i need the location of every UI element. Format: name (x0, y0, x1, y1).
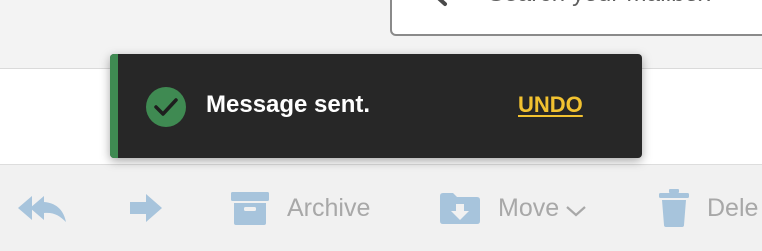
toast-message: Message sent. (206, 91, 371, 118)
search-icon (437, 0, 447, 6)
reply-all-icon (18, 196, 66, 222)
toast-accent-bar (110, 54, 118, 158)
delete-label: Dele (707, 193, 759, 222)
toast-notification: Message sent. UNDO (110, 54, 642, 158)
search-placeholder: Search your mailbox (488, 0, 711, 8)
chevron-down-icon (566, 206, 586, 217)
undo-link[interactable]: UNDO (518, 92, 583, 118)
forward-button[interactable] (128, 165, 164, 251)
delete-button[interactable]: Dele (659, 165, 758, 251)
search-input[interactable]: Search your mailbox (390, 0, 762, 36)
reply-all-button[interactable] (16, 165, 68, 251)
archive-label: Archive (287, 193, 371, 222)
archive-button[interactable]: Archive (231, 165, 370, 251)
archive-icon (231, 192, 269, 225)
move-button[interactable]: Move (440, 165, 587, 251)
message-toolbar: Archive Move Dele (0, 164, 762, 251)
trash-icon (659, 189, 689, 227)
forward-icon (130, 194, 162, 222)
folder-move-icon (440, 193, 480, 224)
check-circle-icon (146, 87, 186, 127)
move-label: Move (498, 193, 560, 222)
